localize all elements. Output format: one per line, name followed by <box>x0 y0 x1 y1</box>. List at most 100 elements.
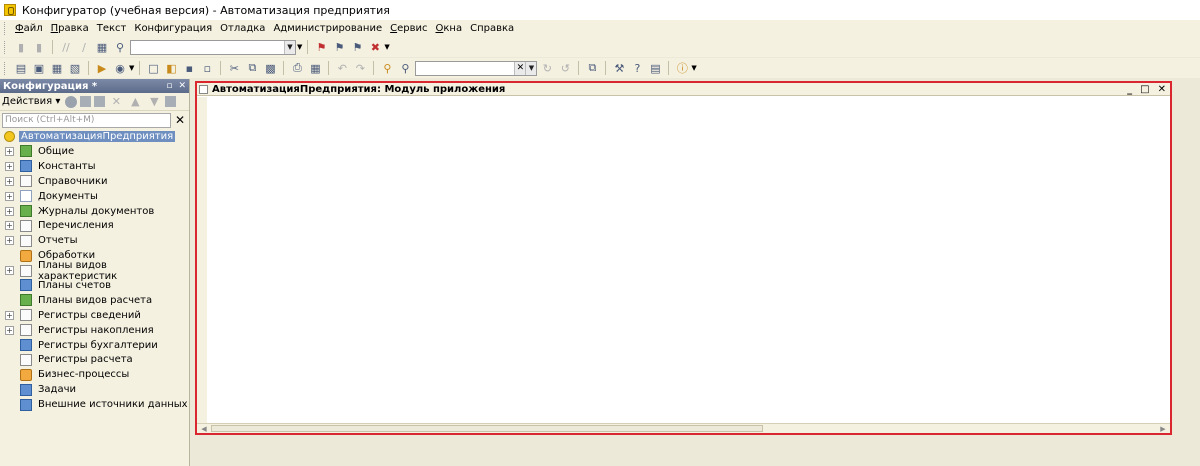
expand-icon[interactable]: + <box>5 310 14 320</box>
menu-edit[interactable]: Правка <box>47 23 93 34</box>
chevron-down-icon[interactable]: ▼ <box>284 40 295 54</box>
minimize-button[interactable]: _ <box>1127 84 1132 95</box>
menu-text[interactable]: Текст <box>93 23 131 34</box>
expand-icon[interactable]: + <box>5 191 14 201</box>
help-icon[interactable]: ? <box>629 60 645 76</box>
close-icon[interactable]: ✕ <box>178 81 186 91</box>
object-combo[interactable]: ▼ <box>130 39 296 55</box>
search-icon[interactable]: ⚲ <box>379 60 395 76</box>
properties-icon[interactable]: ▧ <box>67 60 83 76</box>
uncomment-icon[interactable]: ∕ <box>76 39 92 55</box>
expand-icon[interactable]: + <box>5 176 14 186</box>
save-icon[interactable]: ▪ <box>181 60 197 76</box>
tree-item[interactable]: + Журналы документов <box>0 204 189 219</box>
tree-item[interactable]: + Документы <box>0 189 189 204</box>
tree-item[interactable]: Регистры бухгалтерии <box>0 338 189 353</box>
actions-menu-button[interactable]: Действия ▾ <box>2 96 60 107</box>
close-button[interactable]: ✕ <box>1158 84 1166 95</box>
maximize-button[interactable]: □ <box>1140 84 1149 95</box>
menu-configuration[interactable]: Конфигурация <box>130 23 216 34</box>
clear-search-icon[interactable]: ✕ <box>173 113 187 127</box>
open-file-icon[interactable]: ◧ <box>163 60 179 76</box>
horizontal-scrollbar[interactable]: ◀ ▶ <box>197 423 1170 433</box>
copy-icon[interactable]: ⧉ <box>244 60 260 76</box>
menu-debug[interactable]: Отладка <box>216 23 269 34</box>
tree-item[interactable]: + Справочники <box>0 174 189 189</box>
expand-icon[interactable]: + <box>5 266 14 276</box>
start-debug-icon[interactable]: ▶ <box>94 60 110 76</box>
tree-root[interactable]: АвтоматизацияПредприятия <box>0 129 189 144</box>
expand-icon[interactable]: + <box>5 325 14 335</box>
menu-help[interactable]: Справка <box>466 23 518 34</box>
scroll-left-icon[interactable]: ◀ <box>199 424 209 433</box>
expand-icon[interactable]: + <box>5 161 14 171</box>
windows-icon[interactable]: ⧉ <box>584 60 600 76</box>
new-file-icon[interactable]: □ <box>145 60 161 76</box>
pin-icon[interactable]: ▫ <box>166 81 172 91</box>
tree-item[interactable]: + Регистры накопления <box>0 323 189 338</box>
tree-item[interactable]: + Перечисления <box>0 218 189 233</box>
scroll-right-icon[interactable]: ▶ <box>1158 424 1168 433</box>
dropdown-arrow-icon[interactable]: ▼ <box>691 64 696 72</box>
info-icon[interactable]: ⓘ <box>674 60 690 76</box>
update-db-icon[interactable]: ▦ <box>49 60 65 76</box>
clear-bookmarks-icon[interactable]: ✖ <box>367 39 383 55</box>
tree-item[interactable]: Регистры расчета <box>0 352 189 367</box>
comment-icon[interactable]: // <box>58 39 74 55</box>
copy-object-icon[interactable] <box>94 96 106 107</box>
move-down-icon[interactable]: ▼ <box>146 94 162 110</box>
expand-icon[interactable]: + <box>5 206 14 216</box>
edit-icon[interactable] <box>80 96 92 107</box>
menu-administration[interactable]: Администрирование <box>269 23 386 34</box>
print-icon[interactable]: ⎙ <box>289 60 305 76</box>
find-next-icon[interactable]: ↻ <box>539 60 555 76</box>
sort-icon[interactable] <box>165 96 177 107</box>
dropdown-arrow-icon[interactable]: ▼ <box>297 43 302 51</box>
copy-config-icon[interactable]: ▮ <box>13 39 29 55</box>
expand-icon[interactable]: + <box>5 146 14 156</box>
save-all-icon[interactable]: ▫ <box>199 60 215 76</box>
enterprise-icon[interactable]: ◉ <box>112 60 128 76</box>
move-up-icon[interactable]: ▲ <box>127 94 143 110</box>
paste-icon[interactable]: ▩ <box>262 60 278 76</box>
redo-icon[interactable]: ↷ <box>352 60 368 76</box>
tree-item[interactable]: + Общие <box>0 144 189 159</box>
tree-item[interactable]: Внешние источники данных <box>0 397 189 412</box>
tree-item[interactable]: + Константы <box>0 159 189 174</box>
menu-windows[interactable]: Окна <box>432 23 467 34</box>
find-prev-icon[interactable]: ↺ <box>557 60 573 76</box>
tree-item[interactable]: + Планы видов характеристик <box>0 260 189 282</box>
bookmark-icon[interactable]: ⚑ <box>313 39 329 55</box>
tree-item[interactable]: Задачи <box>0 382 189 397</box>
database-config-icon[interactable]: ▣ <box>31 60 47 76</box>
expand-icon[interactable]: + <box>5 236 14 246</box>
prev-bookmark-icon[interactable]: ⚑ <box>349 39 365 55</box>
search-combo[interactable]: ✕ ▼ <box>415 60 538 76</box>
undo-icon[interactable]: ↶ <box>334 60 350 76</box>
dropdown-arrow-icon[interactable]: ▼ <box>384 43 389 51</box>
cut-icon[interactable]: ✂ <box>226 60 242 76</box>
chevron-down-icon[interactable]: ▼ <box>525 61 537 75</box>
paste-config-icon[interactable]: ▮ <box>31 39 47 55</box>
move-icon[interactable]: ▦ <box>94 39 110 55</box>
help-contents-icon[interactable]: ▤ <box>647 60 663 76</box>
syntax-assistant-icon[interactable]: ⚒ <box>611 60 627 76</box>
tree-item[interactable]: + Отчеты <box>0 233 189 248</box>
open-config-icon[interactable]: ▤ <box>13 60 29 76</box>
menu-file[interactable]: Файл <box>11 23 47 34</box>
config-search-input[interactable]: Поиск (Ctrl+Alt+M) <box>2 112 171 128</box>
expand-icon[interactable]: + <box>5 221 14 231</box>
delete-icon[interactable]: ✕ <box>108 94 124 110</box>
tree-item[interactable]: Бизнес-процессы <box>0 367 189 382</box>
menu-service[interactable]: Сервис <box>386 23 431 34</box>
next-bookmark-icon[interactable]: ⚑ <box>331 39 347 55</box>
tree-item[interactable]: Планы видов расчета <box>0 293 189 308</box>
add-icon[interactable] <box>65 95 78 108</box>
preview-icon[interactable]: ▦ <box>307 60 323 76</box>
close-icon[interactable]: ✕ <box>514 61 526 75</box>
dropdown-arrow-icon[interactable]: ▼ <box>129 64 134 72</box>
search-text-icon[interactable]: ⚲ <box>397 60 413 76</box>
code-editor[interactable] <box>207 97 1170 423</box>
tree-item[interactable]: + Регистры сведений <box>0 308 189 323</box>
scrollbar-thumb[interactable] <box>211 425 763 432</box>
